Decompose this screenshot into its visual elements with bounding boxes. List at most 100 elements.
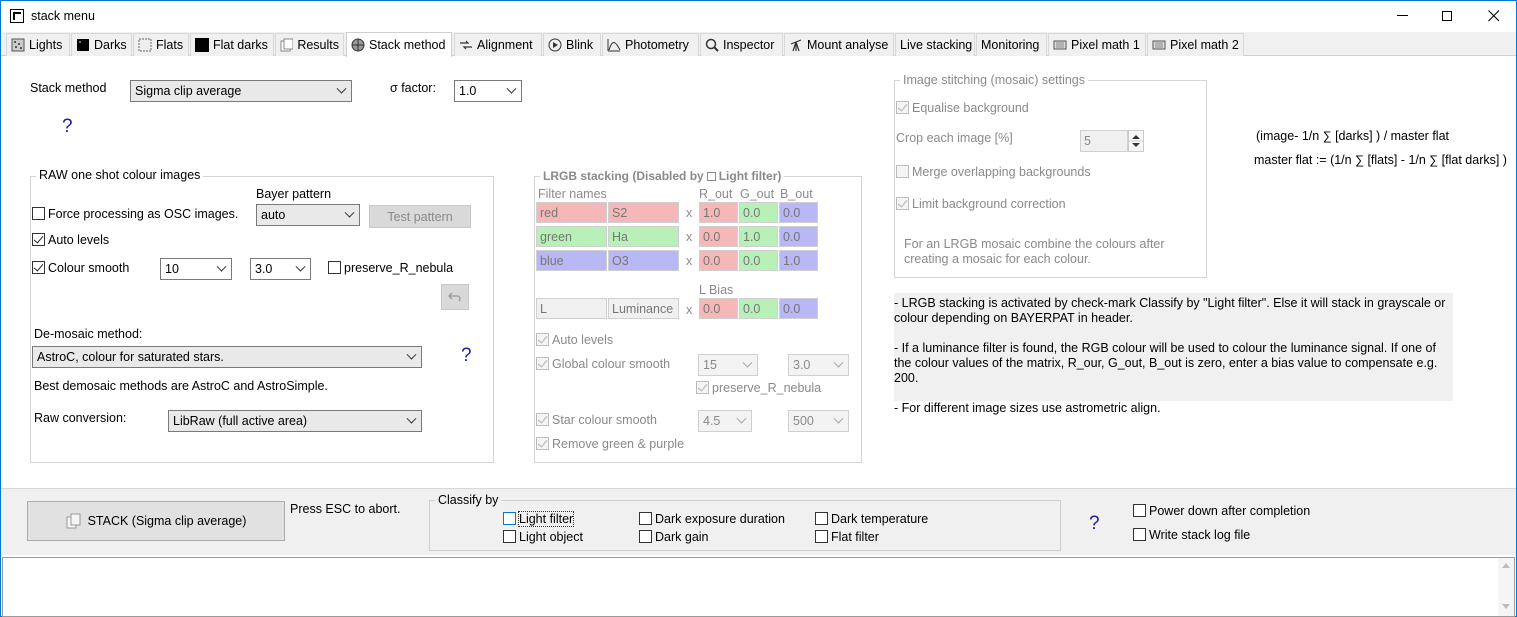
light-filter-checkbox[interactable] xyxy=(503,512,516,525)
lrgb-preserve-r-nebula-checkbox[interactable] xyxy=(696,381,709,394)
tab-monitoring[interactable]: Monitoring xyxy=(976,33,1047,56)
star-smooth-limit-select[interactable]: 500 xyxy=(788,410,849,432)
merge-overlapping-checkbox[interactable] xyxy=(896,165,909,178)
write-log-checkbox[interactable] xyxy=(1133,528,1146,541)
power-down-checkbox[interactable] xyxy=(1133,504,1146,517)
tab-darks[interactable]: Darks xyxy=(71,33,132,56)
red-g-out-input[interactable]: 0.0 xyxy=(739,202,778,223)
info-paragraph: - For different image sizes use astromet… xyxy=(894,401,1161,415)
demosaic-help-icon[interactable]: ? xyxy=(461,345,472,367)
flat-filter-checkbox[interactable] xyxy=(815,530,828,543)
force-osc-checkbox[interactable] xyxy=(32,207,45,220)
global-smooth-factor-select[interactable]: 3.0 xyxy=(788,354,849,376)
tab-blink[interactable]: Blink xyxy=(543,33,601,56)
mosaic-note: For an LRGB mosaic combine the colours a… xyxy=(904,237,1165,266)
tab-live-stacking[interactable]: Live stacking xyxy=(895,33,975,56)
test-pattern-button[interactable]: Test pattern xyxy=(369,205,471,228)
blue-b-out-input[interactable]: 1.0 xyxy=(779,250,818,271)
checkbox-glyph-icon xyxy=(706,171,716,181)
dark-exposure-checkbox[interactable] xyxy=(639,512,652,525)
bayer-pattern-select[interactable]: auto xyxy=(256,204,360,226)
dark-gain-checkbox[interactable] xyxy=(639,530,652,543)
tab-stack-method[interactable]: Stack method xyxy=(346,32,452,57)
filter-alias-green[interactable]: Ha xyxy=(608,226,679,247)
star-colour-smooth-checkbox[interactable] xyxy=(536,413,549,426)
l-bias-g-input[interactable]: 0.0 xyxy=(739,298,778,319)
filter-alias-red[interactable]: S2 xyxy=(608,202,679,223)
minimize-icon[interactable] xyxy=(1397,15,1409,17)
tab-photometry[interactable]: Photometry xyxy=(602,33,699,56)
lrgb-auto-levels-checkbox[interactable] xyxy=(536,333,549,346)
stack-method-help-icon[interactable]: ? xyxy=(62,116,73,138)
merge-overlapping-label: Merge overlapping backgrounds xyxy=(912,165,1091,179)
stack-button[interactable]: STACK (Sigma clip average) xyxy=(27,501,285,541)
crop-percent-input[interactable]: 5 xyxy=(1080,130,1128,152)
preserve-r-nebula-checkbox[interactable] xyxy=(328,261,341,274)
classify-help-icon[interactable]: ? xyxy=(1089,513,1100,535)
green-r-out-input[interactable]: 0.0 xyxy=(699,226,738,247)
tab-pixel-math-1[interactable]: Pixel math 1 xyxy=(1048,33,1146,56)
tab-mount-analyse[interactable]: Mount analyse xyxy=(784,33,894,56)
stack-method-icon xyxy=(351,38,365,52)
sigma-factor-select[interactable]: 1.0 xyxy=(454,80,522,102)
window-title: stack menu xyxy=(31,9,95,23)
crop-percent-spinner[interactable] xyxy=(1128,130,1144,152)
close-icon[interactable] xyxy=(1488,10,1500,22)
scroll-down-icon[interactable] xyxy=(1502,604,1510,609)
chevron-down-icon xyxy=(833,413,844,424)
green-b-out-input[interactable]: 0.0 xyxy=(779,226,818,247)
undo-button[interactable] xyxy=(441,284,469,310)
force-osc-label: Force processing as OSC images. xyxy=(48,207,239,221)
chevron-down-icon xyxy=(506,83,517,94)
limit-background-checkbox[interactable] xyxy=(896,197,909,210)
filter-name-luminance[interactable]: L xyxy=(536,298,607,319)
demosaic-select[interactable]: AstroC, colour for saturated stars. xyxy=(32,346,422,368)
global-smooth-radius-select[interactable]: 15 xyxy=(698,354,758,376)
l-bias-b-input[interactable]: 0.0 xyxy=(779,298,818,319)
tab-lights[interactable]: Lights xyxy=(6,33,70,56)
tab-flat-darks[interactable]: Flat darks xyxy=(190,33,274,56)
global-colour-smooth-checkbox[interactable] xyxy=(536,357,549,370)
pixel-math-icon xyxy=(1152,40,1166,50)
light-object-checkbox[interactable] xyxy=(503,530,516,543)
filter-alias-blue[interactable]: O3 xyxy=(608,250,679,271)
red-b-out-input[interactable]: 0.0 xyxy=(779,202,818,223)
auto-levels-checkbox[interactable] xyxy=(32,233,45,246)
log-memo[interactable] xyxy=(2,557,1515,617)
light-filter-label: Light filter xyxy=(517,511,575,527)
tab-results[interactable]: Results xyxy=(275,33,344,56)
colour-smooth-checkbox[interactable] xyxy=(32,261,45,274)
filter-name-blue[interactable]: blue xyxy=(536,250,607,271)
log-scrollbar[interactable] xyxy=(1498,558,1514,616)
filter-name-red[interactable]: red xyxy=(536,202,607,223)
l-bias-r-input[interactable]: 0.0 xyxy=(699,298,738,319)
demosaic-note: Best demosaic methods are AstroC and Ast… xyxy=(34,379,328,393)
dark-gain-label: Dark gain xyxy=(655,530,709,544)
filter-name-green[interactable]: green xyxy=(536,226,607,247)
stack-method-select[interactable]: Sigma clip average xyxy=(130,80,352,102)
blue-r-out-input[interactable]: 0.0 xyxy=(699,250,738,271)
tab-flats[interactable]: Flats xyxy=(133,33,189,56)
maximize-icon[interactable] xyxy=(1442,11,1453,22)
tab-pixel-math-2[interactable]: Pixel math 2 xyxy=(1147,33,1244,56)
scroll-up-icon[interactable] xyxy=(1502,563,1510,568)
dark-temperature-checkbox[interactable] xyxy=(815,512,828,525)
flats-icon xyxy=(138,38,152,52)
info-paragraph: - LRGB stacking is activated by check-ma… xyxy=(894,296,1446,325)
tab-alignment[interactable]: Alignment xyxy=(454,33,542,56)
equalise-background-checkbox[interactable] xyxy=(896,101,909,114)
raw-conversion-select[interactable]: LibRaw (full active area) xyxy=(168,410,422,432)
lrgb-group-label: LRGB stacking (Disabled by Light filter) xyxy=(540,169,785,183)
filter-alias-luminance[interactable]: Luminance xyxy=(608,298,679,319)
blue-g-out-input[interactable]: 0.0 xyxy=(739,250,778,271)
colour-smooth-radius-select[interactable]: 10 xyxy=(160,258,232,280)
press-esc-note: Press ESC to abort. xyxy=(290,502,401,516)
tab-inspector[interactable]: Inspector xyxy=(700,33,783,56)
limit-background-label: Limit background correction xyxy=(912,197,1066,211)
red-r-out-input[interactable]: 1.0 xyxy=(699,202,738,223)
remove-green-purple-checkbox[interactable] xyxy=(536,437,549,450)
colour-smooth-factor-select[interactable]: 3.0 xyxy=(250,258,311,280)
raw-osc-group-label: RAW one shot colour images xyxy=(36,168,204,182)
star-smooth-radius-select[interactable]: 4.5 xyxy=(698,410,752,432)
green-g-out-input[interactable]: 1.0 xyxy=(739,226,778,247)
